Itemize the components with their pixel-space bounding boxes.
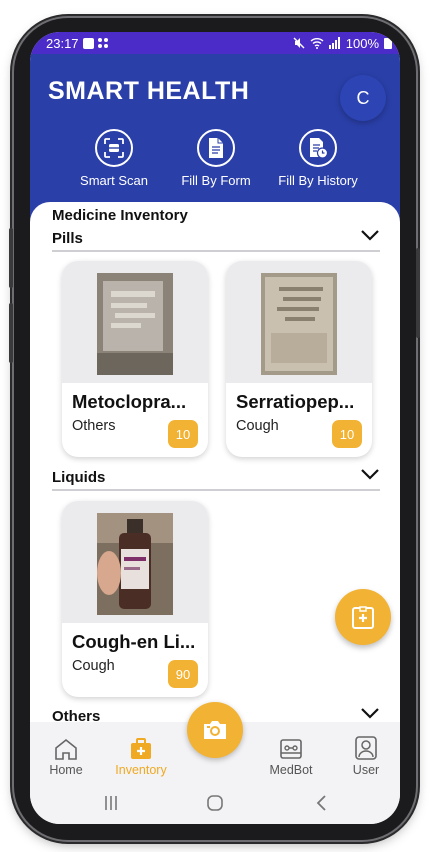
scan-icon (104, 138, 124, 158)
power-button (416, 248, 420, 338)
nav-label: MedBot (269, 763, 313, 777)
nav-label: User (352, 763, 380, 777)
medicine-category: Cough (236, 418, 279, 434)
chevron-down-icon[interactable] (360, 467, 380, 481)
medicine-thumbnail (226, 261, 372, 383)
nav-inventory[interactable]: Inventory (106, 736, 176, 777)
nav-user[interactable]: User (331, 736, 400, 777)
nav-home[interactable]: Home (31, 736, 101, 777)
medicine-thumbnail (62, 501, 208, 623)
medicine-category: Others (72, 418, 116, 434)
section-liquids-header[interactable]: Liquids (52, 469, 380, 491)
medicine-photo (97, 273, 173, 375)
quantity-badge: 10 (332, 420, 362, 448)
notification-icon (82, 37, 94, 49)
quantity-badge: 10 (168, 420, 198, 448)
inventory-panel: Medicine Inventory Pills Metoclopra... O… (30, 202, 400, 762)
user-icon (355, 736, 377, 760)
medicine-photo (97, 513, 173, 615)
smart-scan-label: Smart Scan (80, 173, 148, 188)
medicine-photo (261, 273, 337, 375)
nav-medbot[interactable]: MedBot (256, 736, 326, 777)
history-document-icon (310, 138, 329, 159)
chevron-down-icon[interactable] (360, 228, 380, 242)
avatar-button[interactable]: C (340, 75, 386, 121)
medical-kit-icon (131, 738, 151, 759)
section-label: Liquids (52, 469, 106, 486)
nav-label: Home (49, 763, 83, 777)
robot-icon (280, 739, 302, 759)
add-medicine-fab[interactable] (335, 589, 391, 645)
battery-level: 100% (345, 35, 379, 51)
section-label: Pills (52, 230, 83, 247)
chevron-down-icon[interactable] (360, 706, 380, 720)
status-bar: 23:17 100% (30, 32, 400, 54)
medicine-thumbnail (62, 261, 208, 383)
nav-label: Inventory (115, 763, 167, 777)
battery-icon (384, 37, 392, 49)
status-time: 23:17 (46, 35, 79, 51)
inventory-title: Medicine Inventory (52, 207, 188, 224)
medicine-name: Metoclopra... (72, 391, 187, 412)
app-grid-icon (97, 37, 109, 49)
fill-by-history-label: Fill By History (278, 173, 358, 188)
hospital-icon (352, 606, 374, 629)
volume-button (9, 303, 13, 363)
fill-by-history-button[interactable]: Fill By History (268, 129, 368, 188)
home-icon (55, 738, 77, 760)
home-button-icon[interactable] (206, 794, 224, 812)
section-pills-header[interactable]: Pills (52, 230, 380, 252)
fill-by-form-button[interactable]: Fill By Form (166, 129, 266, 188)
quantity-badge: 90 (168, 660, 198, 688)
medicine-name: Serratiopep... (236, 391, 355, 412)
wifi-icon (310, 38, 324, 49)
mute-icon (293, 37, 305, 49)
volume-button (9, 228, 13, 288)
system-navigation-bar (30, 782, 400, 824)
document-icon (209, 138, 223, 158)
medicine-name: Cough-en Li... (72, 631, 196, 652)
camera-icon (204, 721, 226, 739)
smart-scan-button[interactable]: Smart Scan (64, 129, 164, 188)
camera-button[interactable] (187, 702, 243, 758)
medicine-card[interactable]: Serratiopep... Cough 10 (226, 261, 372, 457)
signal-icon (328, 37, 340, 49)
app-title: SMART HEALTH (48, 77, 250, 105)
medicine-card[interactable]: Cough-en Li... Cough 90 (62, 501, 208, 697)
medicine-category: Cough (72, 658, 115, 674)
recents-icon[interactable] (102, 794, 120, 812)
back-icon[interactable] (313, 794, 331, 812)
screen: 23:17 100% SMART HEALTH C Smart Scan Fil… (30, 32, 400, 824)
medicine-card[interactable]: Metoclopra... Others 10 (62, 261, 208, 457)
fill-by-form-label: Fill By Form (181, 173, 251, 188)
